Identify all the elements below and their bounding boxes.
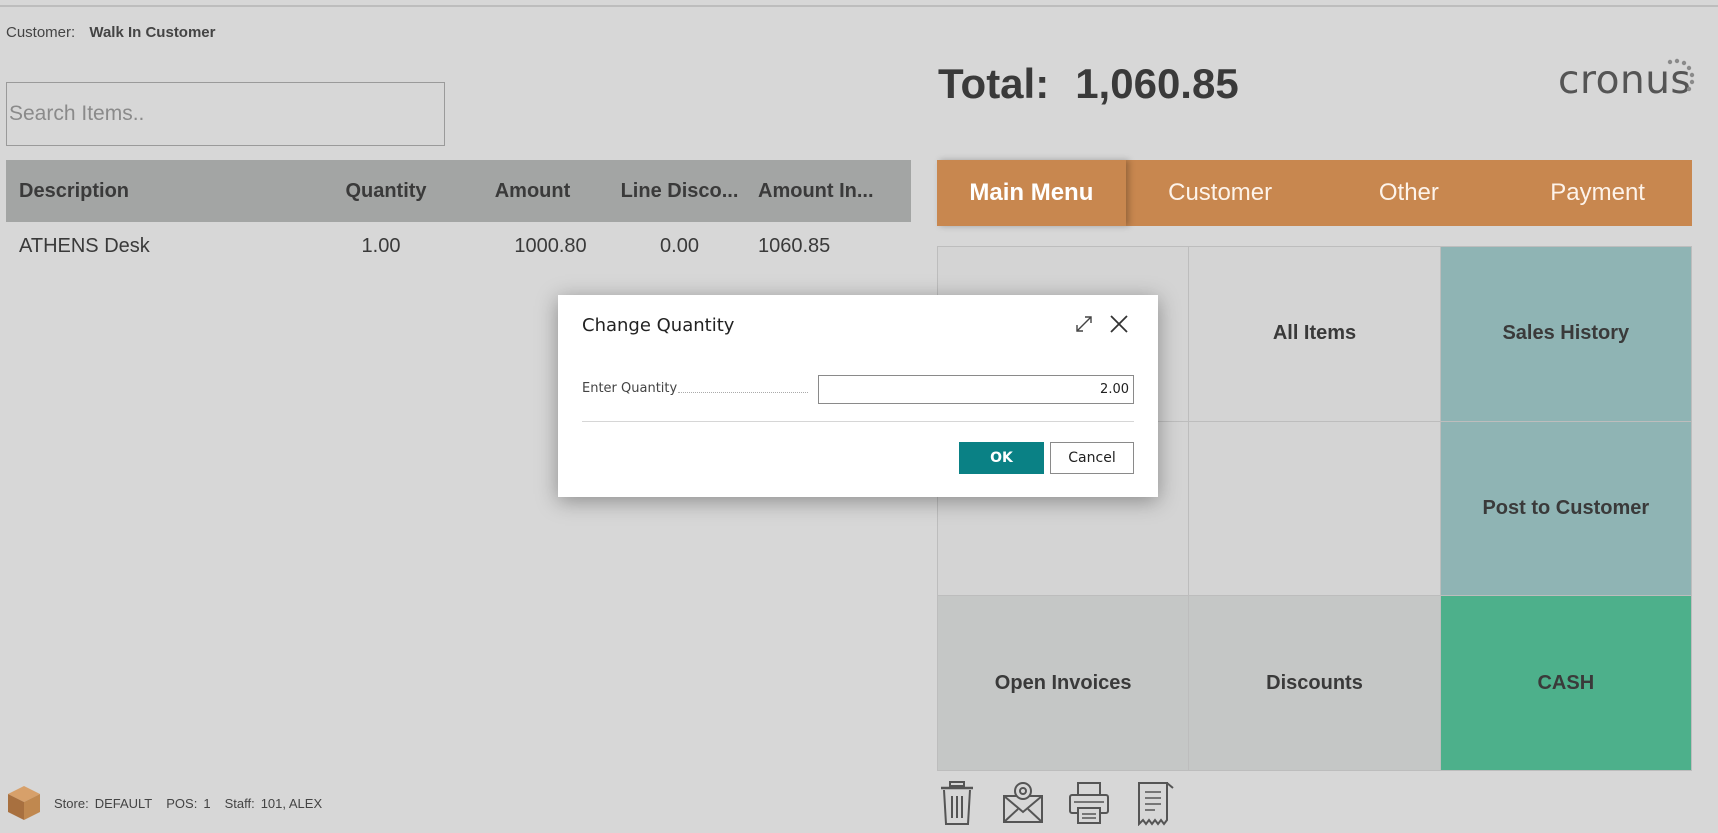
bottom-actions (937, 780, 1175, 826)
store-label: Store: (54, 795, 89, 811)
tile-post-to-customer[interactable]: Post to Customer (1440, 421, 1691, 596)
customer-name[interactable]: Walk In Customer (89, 24, 215, 41)
search-items-input[interactable] (6, 82, 445, 146)
quantity-input[interactable] (818, 375, 1134, 404)
customer-info: Customer: Walk In Customer (6, 24, 216, 41)
dialog-title: Change Quantity (582, 315, 735, 336)
email-icon[interactable] (1003, 780, 1043, 826)
tile-discounts[interactable]: Discounts (1189, 596, 1440, 770)
row-quantity: 1.00 (361, 234, 401, 257)
row-description: ATHENS Desk (19, 234, 150, 257)
row-amount: 1000.80 (514, 234, 587, 257)
top-divider (0, 5, 1718, 7)
cancel-button[interactable]: Cancel (1050, 442, 1134, 474)
status-staff: Staff: 101, ALEX (225, 796, 323, 811)
column-header-amount-incl[interactable]: Amount In... (753, 180, 911, 203)
row-line-discount: 0.00 (660, 234, 699, 257)
table-header: Description Quantity Amount Line Disco..… (6, 160, 911, 222)
menu-bar: Main Menu Customer Other Payment (937, 160, 1692, 226)
tab-main-menu[interactable]: Main Menu (937, 160, 1126, 226)
tile-sales-history[interactable]: Sales History (1440, 247, 1691, 421)
column-header-line-discount[interactable]: Line Disco... (606, 180, 753, 203)
tile-open-invoices[interactable]: Open Invoices (938, 596, 1189, 770)
staff-value: 101, ALEX (260, 795, 323, 811)
package-box-icon (8, 786, 40, 820)
column-header-description[interactable]: Description (6, 180, 313, 203)
status-bar: Store: DEFAULT POS: 1 Staff: 101, ALEX (6, 784, 336, 822)
change-quantity-dialog: Change Quantity Enter Quantity OK Cancel (558, 295, 1158, 497)
dialog-divider (582, 421, 1134, 422)
status-pos: POS: 1 (166, 796, 210, 811)
pos-label: POS: (166, 795, 198, 811)
printer-icon[interactable] (1069, 780, 1109, 826)
trash-icon[interactable] (937, 780, 977, 826)
cronus-logo: cronus (1558, 58, 1695, 108)
total-label: Total: (938, 60, 1050, 107)
logo-dots-icon (1667, 58, 1695, 92)
field-leader-dots (678, 392, 808, 393)
sales-lines-table: Description Quantity Amount Line Disco..… (6, 160, 911, 270)
total-display: Total: 1,060.85 (938, 60, 1239, 108)
tab-other[interactable]: Other (1315, 160, 1504, 226)
ok-button[interactable]: OK (959, 442, 1044, 474)
table-row[interactable]: ATHENS Desk 1.00 1000.80 0.00 1060.85 (6, 222, 911, 270)
pos-value: 1 (203, 795, 211, 811)
receipt-icon[interactable] (1135, 780, 1175, 826)
close-icon[interactable] (1108, 313, 1130, 335)
tile-cash[interactable]: CASH (1440, 596, 1691, 770)
status-store: Store: DEFAULT (54, 796, 152, 811)
tile-empty-3[interactable] (1189, 421, 1440, 596)
customer-label: Customer: (6, 24, 76, 41)
tab-customer[interactable]: Customer (1126, 160, 1315, 226)
column-header-amount[interactable]: Amount (459, 180, 606, 203)
store-value: DEFAULT (94, 795, 153, 811)
column-header-quantity[interactable]: Quantity (313, 180, 459, 203)
enter-quantity-label: Enter Quantity (582, 381, 678, 396)
tile-all-items[interactable]: All Items (1189, 247, 1440, 421)
staff-label: Staff: (224, 795, 255, 811)
total-value: 1,060.85 (1075, 60, 1239, 107)
tab-payment[interactable]: Payment (1503, 160, 1692, 226)
expand-icon[interactable] (1074, 314, 1094, 334)
row-amount-incl: 1060.85 (758, 234, 831, 257)
